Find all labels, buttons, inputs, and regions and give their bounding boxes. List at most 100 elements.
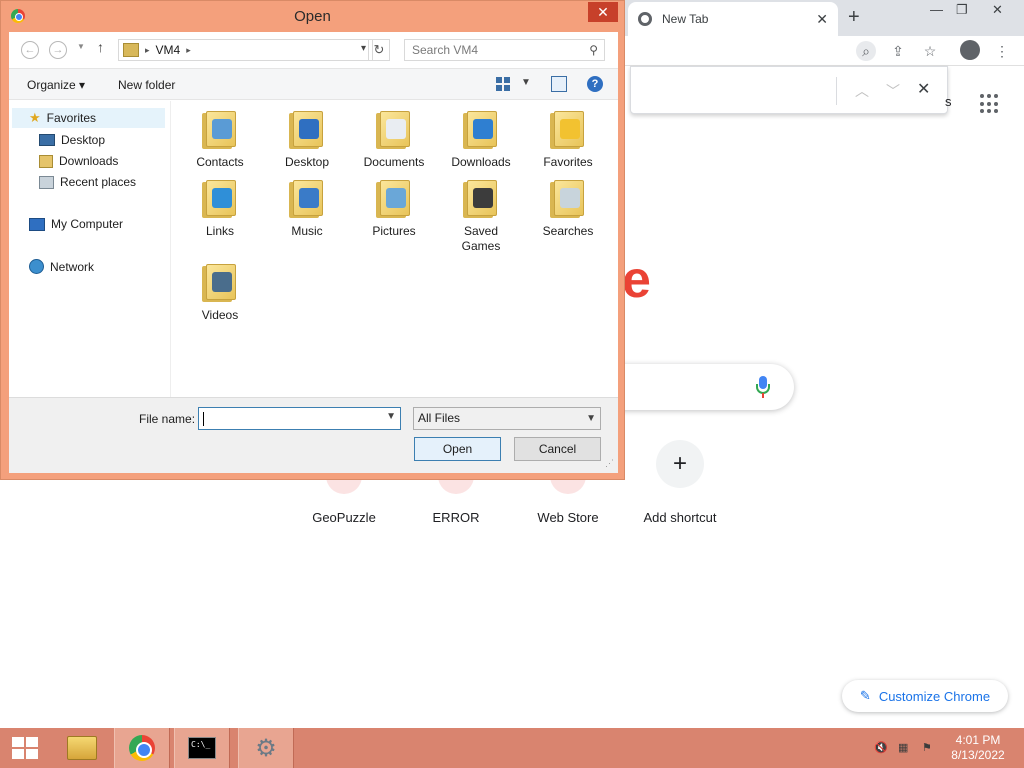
chrome-tab-icon [638, 12, 652, 26]
profile-avatar[interactable] [960, 40, 980, 60]
find-next-icon[interactable]: ﹀ [886, 81, 900, 101]
nav-item-downloads[interactable]: Downloads [39, 154, 118, 168]
file-explorer-icon [67, 736, 97, 760]
search-placeholder: Search VM4 [412, 43, 479, 57]
help-icon[interactable]: ? [587, 76, 603, 92]
search-input[interactable]: Search VM4 ⚲ [404, 39, 605, 61]
file-name-input[interactable]: ▼ [198, 407, 401, 430]
start-button[interactable] [0, 728, 50, 768]
folder-label: Favorites [543, 155, 593, 169]
close-tab-icon[interactable]: ✕ [816, 11, 828, 28]
file-type-select[interactable]: All Files ▼ [413, 407, 601, 430]
change-view-icon[interactable] [496, 77, 510, 91]
nav-item-my-computer[interactable]: My Computer [29, 217, 123, 231]
view-dropdown-icon[interactable]: ▼ [521, 77, 531, 88]
folder-label: Documents [363, 155, 425, 169]
folder-label: Contacts [196, 155, 244, 169]
nav-item-label: Favorites [46, 111, 97, 125]
menu-kebab-icon[interactable]: ⋮ [992, 41, 1012, 61]
folder-pictures[interactable]: Pictures [353, 178, 435, 238]
network-status-icon[interactable]: ▦ [898, 741, 908, 754]
taskbar-settings[interactable]: ⚙ [238, 728, 294, 768]
close-window-icon[interactable]: ✕ [992, 2, 1003, 18]
shortcut-label: GeoPuzzle [312, 510, 376, 525]
address-row: ← → ▼ ↑ ▸ VM4 ▸ ▾ ↻ Search VM4 ⚲ [9, 36, 618, 64]
volume-muted-icon[interactable]: 🔇 [874, 741, 888, 754]
nav-item-label: My Computer [51, 217, 124, 231]
restore-icon[interactable]: ❐ [956, 2, 968, 18]
find-close-icon[interactable]: ✕ [917, 79, 930, 99]
folder-music[interactable]: Music [266, 178, 348, 238]
taskbar-command-prompt[interactable]: C:\_ [174, 728, 230, 768]
gmail-link-partial[interactable]: s [945, 94, 952, 109]
back-arrow-icon[interactable]: ← [21, 41, 39, 59]
documents-folder-icon [376, 109, 412, 149]
folder-label: Links [205, 224, 234, 238]
folder-downloads[interactable]: Downloads [440, 109, 522, 169]
videos-folder-icon [202, 262, 238, 302]
nav-item-recent-places[interactable]: Recent places [39, 175, 136, 189]
shortcut-label: Web Store [537, 510, 599, 525]
clock[interactable]: 4:01 PM 8/13/2022 [948, 733, 1008, 763]
new-folder-button[interactable]: New folder [118, 78, 175, 92]
desktop-folder-icon [289, 109, 325, 149]
file-type-dropdown-icon: ▼ [586, 413, 596, 424]
folder-label: Music [291, 224, 323, 238]
recent-locations-icon[interactable]: ▼ [77, 42, 85, 51]
search-icon: ⚲ [589, 43, 598, 57]
add-shortcut-button[interactable]: + Add shortcut [625, 440, 735, 525]
google-apps-icon[interactable] [980, 94, 1000, 114]
dialog-close-button[interactable]: ✕ [588, 2, 618, 22]
find-icon[interactable]: ⌕ [856, 41, 876, 61]
nav-item-network[interactable]: Network [29, 259, 94, 274]
file-name-dropdown-icon[interactable]: ▼ [386, 411, 396, 422]
nav-item-desktop[interactable]: Desktop [39, 133, 105, 147]
google-logo-partial: e [622, 251, 651, 309]
breadcrumb-separator-icon: ▸ [186, 44, 191, 55]
resize-grip-icon[interactable]: ⋰ [605, 458, 614, 469]
find-bar: ︿ ﹀ ✕ [630, 66, 948, 114]
open-button[interactable]: Open [414, 437, 501, 461]
tab-new-tab[interactable]: New Tab ✕ [628, 2, 838, 36]
folder-documents[interactable]: Documents [353, 109, 435, 169]
voice-search-icon[interactable] [756, 376, 770, 398]
command-prompt-icon: C:\_ [188, 737, 216, 759]
preview-pane-icon[interactable] [551, 76, 567, 92]
gear-icon: ⚙ [255, 734, 277, 762]
folder-desktop[interactable]: Desktop [266, 109, 348, 169]
pencil-icon: ✎ [859, 688, 871, 703]
clock-time: 4:01 PM [955, 733, 1001, 747]
share-icon[interactable]: ⇪ [888, 41, 908, 61]
pictures-folder-icon [376, 178, 412, 218]
folder-saved-games[interactable]: Saved Games [440, 178, 522, 254]
new-tab-button[interactable]: + [848, 6, 860, 29]
shortcut-label: Add shortcut [643, 510, 717, 525]
cancel-button[interactable]: Cancel [514, 437, 601, 461]
folder-searches[interactable]: Searches [527, 178, 609, 238]
forward-arrow-icon[interactable]: → [49, 41, 67, 59]
folder-favorites[interactable]: Favorites [527, 109, 609, 169]
organize-button[interactable]: Organize ▾ [27, 78, 85, 92]
refresh-icon[interactable]: ↻ [368, 39, 390, 61]
bookmark-star-icon[interactable]: ☆ [920, 41, 940, 61]
customize-chrome-button[interactable]: ✎ Customize Chrome [842, 680, 1008, 712]
folder-links[interactable]: Links [179, 178, 261, 238]
dialog-titlebar[interactable]: Open ✕ [1, 1, 624, 31]
find-previous-icon[interactable]: ︿ [855, 81, 869, 101]
recent-places-icon [39, 175, 54, 189]
folder-videos[interactable]: Videos [179, 262, 261, 322]
action-center-icon[interactable]: ⚑ [922, 741, 932, 754]
breadcrumb[interactable]: VM4 [156, 43, 181, 57]
tab-title: New Tab [662, 12, 709, 26]
taskbar-file-explorer[interactable] [54, 728, 110, 768]
folder-contacts[interactable]: Contacts [179, 109, 261, 169]
file-list: Contacts Desktop Documents Downloads Fav… [179, 101, 618, 397]
address-bar[interactable]: ▸ VM4 ▸ ▾ [118, 39, 373, 61]
music-folder-icon [289, 178, 325, 218]
nav-item-favorites[interactable]: ★ Favorites [12, 108, 165, 128]
minimize-icon[interactable]: — [930, 2, 943, 17]
windows-logo-icon [12, 737, 38, 759]
address-dropdown-icon[interactable]: ▾ [361, 43, 366, 54]
taskbar-chrome[interactable] [114, 728, 170, 768]
up-arrow-icon[interactable]: ↑ [97, 39, 104, 55]
